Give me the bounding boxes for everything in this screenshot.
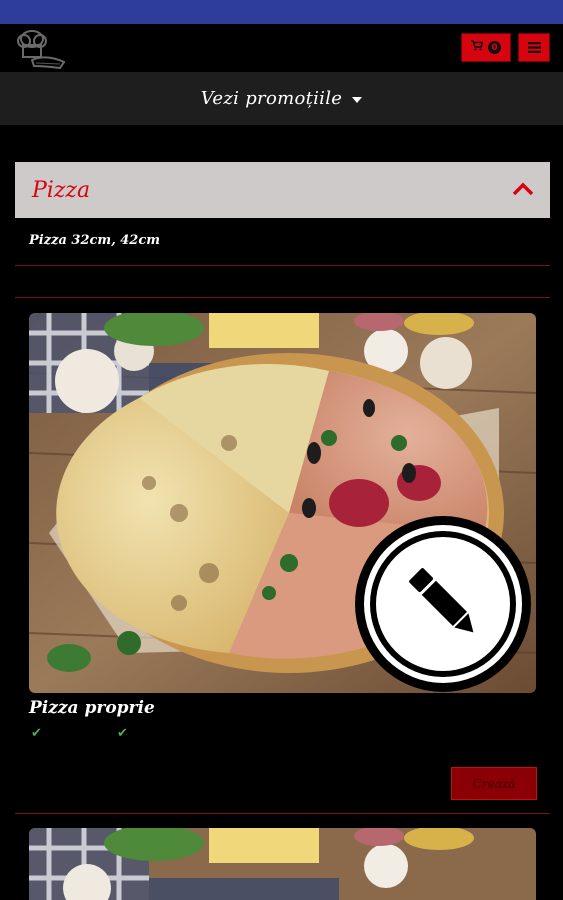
cart-count-badge: 0: [488, 41, 501, 54]
edit-ring-inner: [370, 531, 516, 677]
top-bar: 0: [0, 24, 563, 72]
product-image-pizza-2[interactable]: [29, 828, 536, 900]
promotions-dropdown[interactable]: Vezi promoțiile: [0, 72, 563, 125]
divider: [15, 297, 550, 298]
check-icon: ✔: [117, 726, 128, 741]
category-title: Pizza: [32, 177, 91, 203]
status-bar: [0, 0, 563, 24]
cart-button[interactable]: 0: [461, 33, 511, 62]
chef-hat-logo[interactable]: [12, 26, 68, 70]
divider: [15, 265, 550, 266]
edit-ring: [364, 525, 522, 683]
category-subtitle: Pizza 32cm, 42cm: [29, 233, 161, 248]
category-header-pizza[interactable]: Pizza: [15, 162, 550, 218]
cart-icon: [471, 40, 484, 55]
caret-down-icon: [352, 96, 363, 103]
promotions-label: Vezi promoțiile: [200, 88, 343, 109]
check-icon: ✔: [31, 726, 42, 741]
edit-button[interactable]: [355, 516, 531, 692]
chevron-up-icon: [512, 181, 534, 200]
pencil-icon: [398, 557, 488, 651]
edit-core: [376, 537, 510, 671]
menu-button[interactable]: [518, 33, 550, 62]
product-name: Pizza proprie: [29, 698, 155, 718]
create-button[interactable]: Crează: [451, 767, 537, 800]
divider: [15, 813, 550, 814]
hamburger-menu-icon: [527, 38, 541, 57]
